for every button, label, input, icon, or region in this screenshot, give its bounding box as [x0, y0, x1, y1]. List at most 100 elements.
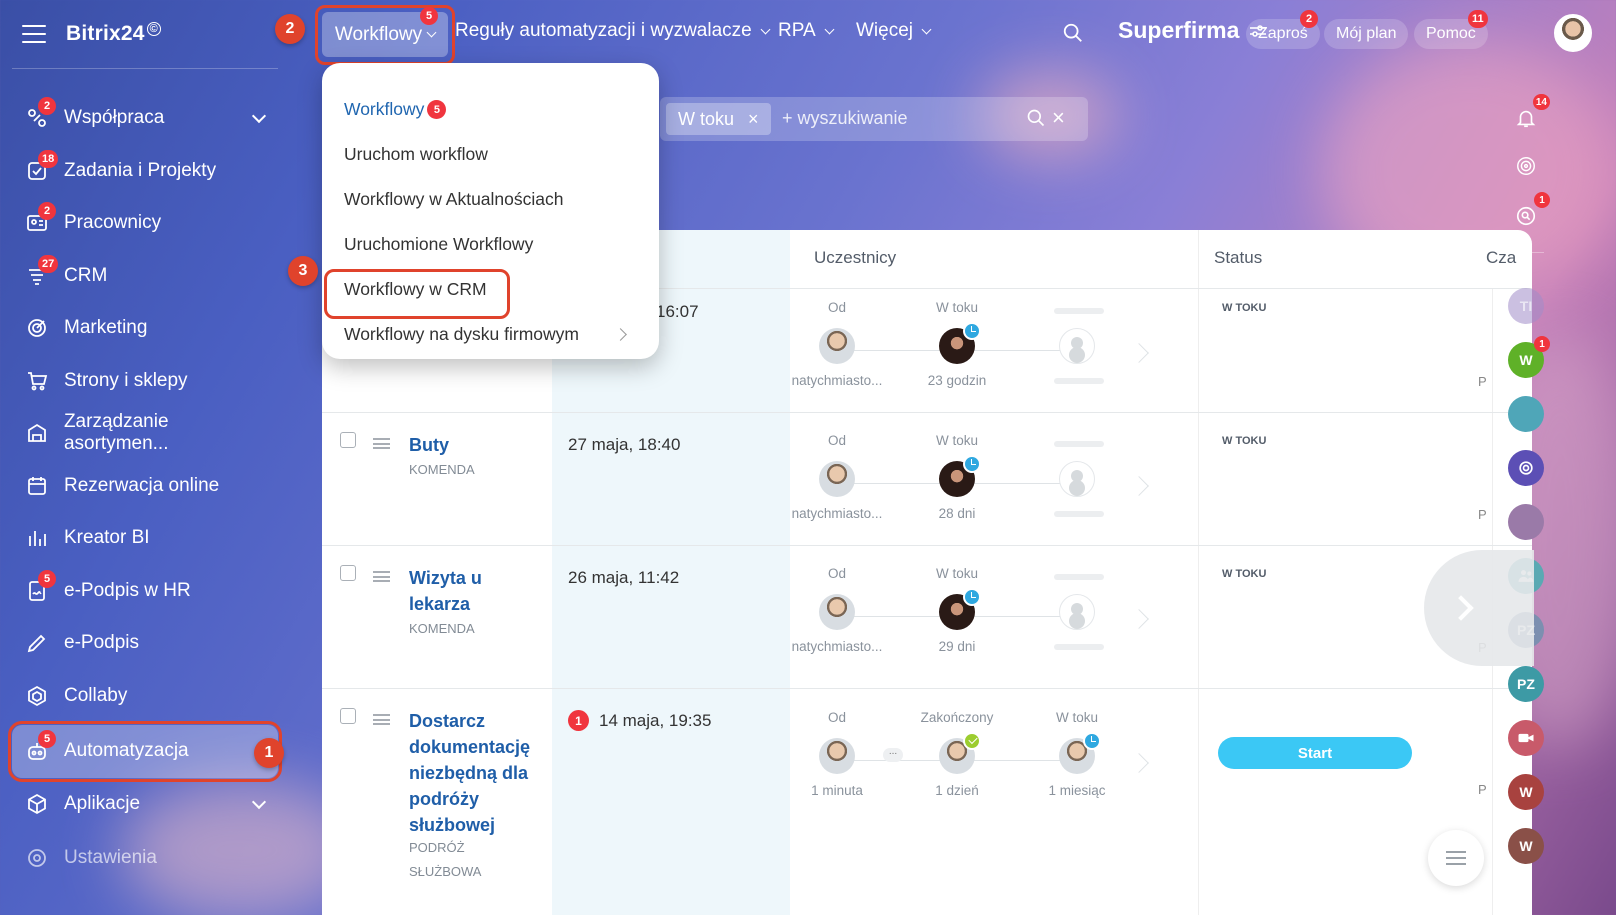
drag-handle-icon[interactable] [373, 714, 390, 725]
contact-avatar[interactable] [1508, 504, 1544, 540]
drag-handle-icon[interactable] [373, 438, 390, 449]
avatar[interactable] [819, 738, 855, 774]
chevron-right-icon[interactable] [1129, 343, 1149, 363]
sidebar-item-e-podpis-w-hr[interactable]: 5 e-Podpis w HR [12, 565, 278, 618]
my-plan-button[interactable]: Mój plan [1324, 19, 1409, 49]
check-icon [963, 732, 981, 750]
chevron-right-icon[interactable] [1129, 753, 1149, 773]
scroll-right-button[interactable] [1424, 550, 1534, 666]
start-button[interactable]: Start [1218, 737, 1412, 769]
search-icon[interactable] [1062, 22, 1084, 44]
sidebar-item-label: Aplikacje [64, 792, 141, 814]
row-subtitle: KOMENDA [409, 621, 475, 636]
tab-rules[interactable]: Reguły automatyzacji i wyzwalacze [455, 20, 771, 42]
sidebar-item-marketing[interactable]: Marketing [12, 302, 278, 355]
sidebar-item-strony-i-sklepy[interactable]: Strony i sklepy [12, 355, 278, 408]
sidebar-item-label: Automatyzacja [64, 740, 189, 762]
menu-item-run-workflow[interactable]: Uruchom workflow [322, 132, 659, 177]
sidebar-item-label: CRM [64, 264, 108, 286]
sidebar-item-pracownicy[interactable]: 2 Pracownicy [12, 197, 278, 250]
menu-item-workflow-crm[interactable]: Workflowy w CRM [322, 267, 659, 319]
row-checkbox[interactable] [340, 708, 356, 724]
sidebar-item-rezerwacja-online[interactable]: Rezerwacja online [12, 460, 278, 513]
sidebar-item-collaby[interactable]: Collaby [12, 670, 278, 723]
empty-avatar-icon [1059, 594, 1095, 630]
brand-logo[interactable]: Bitrix24 © [66, 22, 161, 46]
collaby-icon [24, 683, 50, 709]
placeholder-bar [1054, 511, 1104, 517]
menu-burger-icon[interactable] [22, 25, 46, 43]
avatar[interactable] [819, 594, 855, 630]
contact-avatar[interactable]: PZ [1508, 666, 1544, 702]
contact-avatar[interactable]: W1 [1508, 336, 1550, 378]
contact-avatar[interactable]: TI [1508, 288, 1544, 324]
search-input[interactable]: + wyszukiwanie [782, 108, 908, 129]
sidebar-item-zadania-i-projekty[interactable]: 18 Zadania i Projekty [12, 145, 278, 198]
sidebar-item-współpraca[interactable]: 2 Współpraca [12, 92, 278, 145]
more-steps-icon[interactable]: ... [883, 747, 903, 762]
notifications-badge: 14 [1532, 94, 1550, 110]
filter-bar[interactable]: W toku × + wyszukiwanie × [660, 97, 1088, 141]
chevron-down-icon[interactable] [251, 794, 267, 809]
chevron-right-icon[interactable] [1129, 609, 1149, 629]
menu-item-workflow-drive[interactable]: Workflowy na dysku firmowym [322, 312, 659, 357]
user-avatar[interactable] [1554, 14, 1592, 52]
placeholder-bar [1054, 378, 1104, 384]
header-time[interactable]: Cza [1486, 248, 1516, 268]
sidebar-item-automatyzacja[interactable]: 5 Automatyzacja [8, 721, 282, 782]
step-badge-1: 1 [254, 738, 284, 768]
close-icon[interactable]: × [748, 109, 759, 130]
header-participants[interactable]: Uczestnicy [814, 248, 896, 268]
sidebar-item-label: Marketing [64, 317, 148, 339]
target-icon[interactable] [1508, 148, 1544, 184]
filter-chip[interactable]: W toku × [666, 103, 771, 135]
time-fragment: P [1478, 507, 1487, 522]
sidebar-item-zarządzanie-asortymen[interactable]: Zarządzanie asortymen... [12, 407, 278, 460]
step-label: Od [827, 710, 846, 725]
row-title[interactable]: Buty [409, 432, 549, 458]
menu-item-workflow-feed[interactable]: Workflowy w Aktualnościach [322, 177, 659, 222]
sidebar-item-crm[interactable]: 27 CRM [12, 250, 278, 303]
chevron-right-icon[interactable] [1129, 476, 1149, 496]
bell-icon[interactable]: 14 [1508, 94, 1550, 136]
chevron-down-icon[interactable] [251, 108, 267, 124]
chat-search-icon[interactable]: 1 [1508, 192, 1550, 234]
sidebar-item-aplikacje[interactable]: Aplikacje [12, 778, 278, 831]
sidebar-item-label: Rezerwacja online [64, 474, 220, 496]
avatar[interactable] [819, 461, 855, 497]
channel-icon[interactable] [1508, 450, 1544, 486]
contact-avatar[interactable]: W [1508, 774, 1544, 810]
sidebar-item-e-podpis[interactable]: e-Podpis [12, 617, 278, 670]
clock-icon [1083, 732, 1101, 750]
menu-item-workflowy[interactable]: Workflowy 5 [322, 87, 659, 132]
header-status[interactable]: Status [1214, 248, 1262, 268]
sidebar-item-kreator-bi[interactable]: Kreator BI [12, 512, 278, 565]
chevron-down-icon [921, 24, 932, 34]
sidebar-item-settings[interactable]: Ustawienia [12, 832, 278, 885]
count-badge: 2 [38, 97, 56, 116]
inventory-icon [24, 420, 50, 446]
menu-item-running-workflows[interactable]: Uruchomione Workflowy [322, 222, 659, 267]
clock-icon [963, 322, 981, 340]
tab-more[interactable]: Więcej [856, 20, 932, 42]
row-title[interactable]: Dostarcz dokumentację niezbędną dla podr… [409, 708, 539, 838]
drag-handle-icon[interactable] [373, 571, 390, 582]
invite-badge: 2 [1300, 10, 1318, 28]
step-caption: 1 dzień [935, 783, 979, 798]
search-icon[interactable] [1026, 108, 1046, 128]
row-date: 1 14 maja, 19:35 [568, 710, 711, 731]
contact-avatar[interactable]: W [1508, 828, 1544, 864]
calendar-icon [24, 473, 50, 499]
company-name[interactable]: Superfirma [1118, 17, 1267, 44]
list-view-button[interactable] [1428, 830, 1484, 886]
avatar[interactable] [819, 328, 855, 364]
empty-avatar-icon [1059, 461, 1095, 497]
row-checkbox[interactable] [340, 432, 356, 448]
video-call-icon[interactable] [1508, 720, 1544, 756]
row-title[interactable]: Wizyta u lekarza [409, 565, 519, 617]
sidebar-item-label: Kreator BI [64, 527, 150, 549]
clear-icon[interactable]: × [1052, 105, 1065, 131]
row-checkbox[interactable] [340, 565, 356, 581]
tab-rpa[interactable]: RPA [778, 20, 835, 42]
group-chat-icon[interactable] [1508, 396, 1544, 432]
